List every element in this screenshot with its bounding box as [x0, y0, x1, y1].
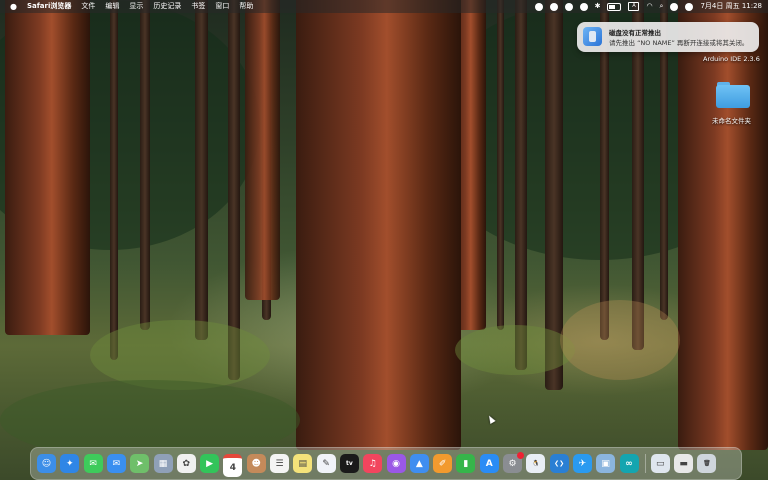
dock-podcasts-icon[interactable]: ◉ — [386, 454, 406, 473]
folder-icon[interactable] — [716, 80, 750, 108]
dock-photos-icon[interactable]: ✿ — [176, 454, 196, 473]
dock-mail-glyph: ✉ — [112, 458, 121, 469]
battery-icon[interactable] — [607, 2, 622, 11]
menu-clock[interactable]: 7月4日 周五 11:28 — [700, 0, 762, 13]
dock-pages-glyph: ✐ — [438, 458, 447, 469]
dock-launchpad-glyph: ▦ — [158, 458, 168, 469]
dock-finder-glyph: ☺ — [41, 458, 52, 469]
menu-history[interactable]: 历史记录 — [153, 0, 181, 13]
dock-music-icon[interactable]: ♫ — [363, 454, 383, 473]
dock-documents-icon[interactable]: ▬ — [674, 454, 694, 473]
dock-contacts-icon[interactable]: ☻ — [246, 454, 266, 473]
dock-podcasts-glyph: ◉ — [392, 458, 400, 469]
dock-keynote-icon[interactable]: ▲ — [409, 454, 429, 473]
dock-notes-glyph: ▤ — [298, 458, 308, 469]
dock-testflight-glyph: ✈ — [578, 458, 587, 469]
dock-finder-icon[interactable]: ☺ — [37, 454, 56, 473]
dock-photos-glyph: ✿ — [182, 458, 191, 469]
display-status-icon[interactable] — [579, 2, 588, 11]
dock-trash-icon[interactable]: 🗑 — [697, 454, 717, 473]
dock-numbers-glyph: ▮ — [463, 458, 469, 469]
dock-reminders-glyph: ☰ — [275, 458, 284, 469]
dock-safari-glyph: ✦ — [66, 458, 74, 469]
audio-status-icon[interactable] — [564, 2, 573, 11]
dock-calendar-glyph: 4 — [229, 462, 237, 473]
dock-contacts-glyph: ☻ — [251, 458, 261, 469]
menu-bar: ● Safari浏览器 文件 编辑 显示 历史记录 书签 窗口 帮助 ✱ A ◠… — [0, 0, 768, 13]
apple-menu-icon[interactable]: ● — [10, 0, 17, 13]
dock-messages-glyph: ✉ — [89, 458, 97, 469]
dock-music-glyph: ♫ — [368, 458, 377, 469]
dock-testflight-icon[interactable]: ✈ — [572, 454, 592, 473]
bluetooth-icon[interactable]: ✱ — [595, 0, 601, 13]
window-title-label[interactable]: Arduino IDE 2.3.6 — [703, 55, 760, 63]
menu-window[interactable]: 窗口 — [215, 0, 229, 13]
notification-badge — [517, 452, 524, 459]
dock-arduino-ide-glyph: ∞ — [625, 458, 633, 469]
dock: ☺ ✦ ✉ ✉ ➤ ▦ ✿ ▶ 4 ☻ ☰ ▤ ✎ tv ♫ ◉ ▲ ✐ ▮ A ⚙ 🐧 ❮❯ ✈ ▣ ∞ ▭ ▬ 🗑 — [30, 447, 742, 480]
disk-icon — [583, 27, 602, 46]
dock-system-settings-glyph: ⚙ — [508, 458, 517, 469]
notification-body: 请先推出 “NO NAME” 再断开连接或将其关闭。 — [609, 39, 749, 47]
dock-facetime-icon[interactable]: ▶ — [200, 454, 220, 473]
dock-numbers-icon[interactable]: ▮ — [456, 454, 476, 473]
dock-documents-glyph: ▬ — [679, 458, 688, 469]
menu-bookmarks[interactable]: 书签 — [191, 0, 205, 13]
menu-app-name[interactable]: Safari浏览器 — [27, 0, 71, 13]
dock-maps-glyph: ➤ — [135, 458, 144, 469]
dock-reminders-icon[interactable]: ☰ — [270, 454, 289, 473]
dock-preview-glyph: ▣ — [601, 458, 610, 469]
menu-view[interactable]: 显示 — [129, 0, 143, 13]
status-area: ✱ A ◠ ⌕ 7月4日 周五 11:28 — [528, 0, 762, 13]
dock-safari-icon[interactable]: ✦ — [60, 454, 80, 473]
spotlight-search-icon[interactable]: ⌕ — [660, 0, 664, 13]
dock-downloads-icon[interactable]: ▭ — [650, 454, 670, 473]
dock-maps-icon[interactable]: ➤ — [130, 454, 150, 473]
wifi-icon[interactable]: ◠ — [646, 0, 652, 13]
dock-pages-icon[interactable]: ✐ — [433, 454, 453, 473]
dock-facetime-glyph: ▶ — [206, 458, 214, 469]
dock-freeform-glyph: ✎ — [322, 458, 330, 469]
dock-downloads-glyph: ▭ — [656, 458, 665, 469]
menu-file[interactable]: 文件 — [81, 0, 95, 13]
dock-vs-code-icon[interactable]: ❮❯ — [549, 454, 569, 473]
dock-keynote-glyph: ▲ — [415, 458, 423, 469]
dock-qq-icon[interactable]: 🐧 — [526, 454, 546, 473]
dock-calendar-icon[interactable]: 4 — [223, 454, 243, 477]
dock-qq-glyph: 🐧 — [532, 460, 540, 467]
dock-trash-glyph: 🗑 — [703, 460, 711, 467]
dock-tv-icon[interactable]: tv — [339, 454, 359, 473]
folder-label[interactable]: 未命名文件夹 — [712, 115, 751, 125]
siri-icon[interactable] — [685, 2, 694, 11]
dock-app-store-glyph: A — [485, 458, 493, 469]
menu-edit[interactable]: 编辑 — [105, 0, 119, 13]
dock-notes-icon[interactable]: ▤ — [293, 454, 313, 473]
dock-mail-icon[interactable]: ✉ — [106, 454, 126, 473]
focus-status-icon[interactable] — [549, 2, 558, 11]
record-status-icon[interactable] — [534, 2, 543, 11]
notification-banner[interactable]: 磁盘没有正常推出 请先推出 “NO NAME” 再断开连接或将其关闭。 — [577, 22, 759, 52]
menu-help[interactable]: 帮助 — [239, 0, 253, 13]
dock-separator — [644, 454, 646, 473]
dock-messages-icon[interactable]: ✉ — [83, 454, 103, 473]
dock-tv-glyph: tv — [346, 460, 353, 467]
dock-arduino-ide-icon[interactable]: ∞ — [619, 454, 639, 473]
desktop-wallpaper — [0, 0, 768, 480]
dock-launchpad-icon[interactable]: ▦ — [153, 454, 173, 473]
dock-app-store-icon[interactable]: A — [479, 454, 499, 473]
input-source-icon[interactable]: A — [628, 2, 640, 11]
notification-title: 磁盘没有正常推出 — [609, 29, 661, 37]
dock-vs-code-glyph: ❮❯ — [554, 460, 565, 467]
dock-preview-icon[interactable]: ▣ — [596, 454, 616, 473]
dock-freeform-icon[interactable]: ✎ — [316, 454, 336, 473]
control-center-icon[interactable] — [670, 2, 679, 11]
